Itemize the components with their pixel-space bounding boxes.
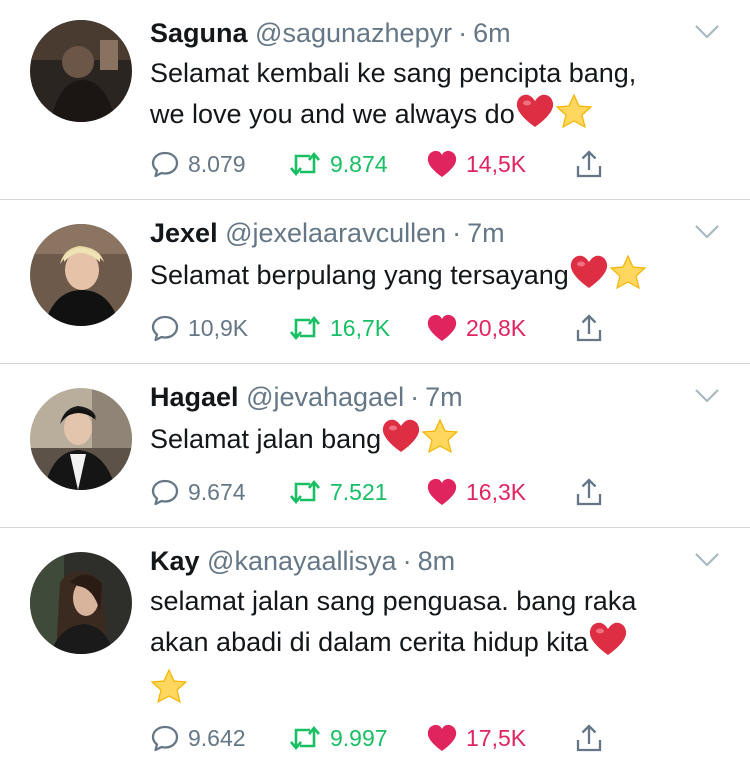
avatar[interactable] [30,20,132,122]
reply-button[interactable]: 10,9K [150,310,288,346]
retweet-button[interactable]: 7.521 [288,474,426,510]
display-name[interactable]: Kay [150,546,200,576]
heart-icon [427,150,457,177]
reply-bubble-icon [151,479,179,506]
tweet-text-line: Selamat kembali ke sang pencipta bang, [150,58,637,88]
tweet-text-line: akan abadi di dalam cerita hidup kita [150,627,589,657]
red-heart-emoji [515,93,555,140]
timestamp[interactable]: 7m [425,382,463,412]
reply-count: 9.674 [188,478,246,505]
separator-dot: · [458,18,468,48]
like-button[interactable]: 14,5K [426,146,564,182]
tweet-text: selamat jalan sang penguasa. bang raka a… [150,582,710,715]
retweet-button[interactable]: 16,7K [288,310,426,346]
tweet-text-line: Selamat berpulang yang tersayang [150,260,569,290]
retweet-count: 9.997 [330,724,388,751]
timestamp[interactable]: 8m [418,546,456,576]
action-bar: 9.674 7.521 16,3K [150,474,604,510]
user-handle[interactable]: @jevahagael [246,382,404,412]
share-button[interactable] [574,720,604,756]
like-button[interactable]: 20,8K [426,310,564,346]
tweet-feed: Saguna @sagunazhepyr · 6m Selamat kembali … [0,0,750,771]
tweet[interactable]: Saguna @sagunazhepyr · 6m Selamat kembali … [0,0,750,200]
like-count: 16,3K [466,478,527,505]
reply-bubble-icon [151,725,179,752]
tweet-header: Saguna @sagunazhepyr · 6m [150,16,511,50]
heart-icon [427,724,457,751]
like-count: 17,5K [466,724,527,751]
action-bar: 10,9K 16,7K 20,8K [150,310,604,346]
tweet-text: Selamat berpulang yang tersayang [150,254,710,301]
reply-bubble-icon [151,315,179,342]
tweet[interactable]: Kay @kanayaallisya · 8m selamat jalan sang… [0,528,750,771]
action-bar: 9.642 9.997 17,5K [150,720,604,756]
retweet-arrows-icon [290,151,320,177]
retweet-count: 16,7K [330,314,391,341]
share-upload-icon [576,724,602,752]
share-button[interactable] [574,474,604,510]
like-count: 14,5K [466,150,527,177]
retweet-count: 7.521 [330,478,388,505]
display-name[interactable]: Jexel [150,218,218,248]
retweet-button[interactable]: 9.874 [288,146,426,182]
retweet-arrows-icon [290,479,320,505]
tweet-header: Hagael @jevahagael · 7m [150,380,463,414]
timestamp[interactable]: 7m [467,218,505,248]
share-upload-icon [576,150,602,178]
tweet-text: Selamat jalan bang [150,418,710,465]
timestamp[interactable]: 6m [473,18,511,48]
reply-count: 9.642 [188,724,246,751]
reply-count: 8.079 [188,150,246,177]
chevron-down-icon[interactable] [694,224,720,240]
chevron-down-icon[interactable] [694,24,720,40]
star-emoji [421,418,459,465]
like-button[interactable]: 17,5K [426,720,564,756]
retweet-arrows-icon [290,725,320,751]
user-handle[interactable]: @jexelaaravcullen [225,218,446,248]
reply-button[interactable]: 9.674 [150,474,288,510]
retweet-button[interactable]: 9.997 [288,720,426,756]
like-button[interactable]: 16,3K [426,474,564,510]
like-count: 20,8K [466,314,527,341]
tweet-header: Jexel @jexelaaravcullen · 7m [150,216,505,250]
display-name[interactable]: Hagael [150,382,239,412]
separator-dot: · [452,218,462,248]
tweet-text: Selamat kembali ke sang pencipta bang, w… [150,54,710,140]
tweet-header: Kay @kanayaallisya · 8m [150,544,455,578]
chevron-down-icon[interactable] [694,388,720,404]
star-emoji [609,254,647,301]
share-upload-icon [576,478,602,506]
separator-dot: · [402,546,412,576]
red-heart-emoji [569,254,609,301]
reply-bubble-icon [151,151,179,178]
display-name[interactable]: Saguna [150,18,248,48]
tweet-text-line: we love you and we always do [150,99,515,129]
share-upload-icon [576,314,602,342]
avatar[interactable] [30,552,132,654]
retweet-count: 9.874 [330,150,388,177]
tweet-text-line: selamat jalan sang penguasa. bang raka [150,586,637,616]
avatar[interactable] [30,388,132,490]
reply-button[interactable]: 9.642 [150,720,288,756]
share-button[interactable] [574,310,604,346]
tweet[interactable]: Hagael @jevahagael · 7m Selamat jalan bang… [0,364,750,528]
separator-dot: · [410,382,420,412]
user-handle[interactable]: @kanayaallisya [207,546,397,576]
action-bar: 8.079 9.874 14,5K [150,146,604,182]
user-handle[interactable]: @sagunazhepyr [255,18,452,48]
reply-count: 10,9K [188,314,249,341]
retweet-arrows-icon [290,315,320,341]
star-emoji [150,668,188,715]
tweet-text-line: Selamat jalan bang [150,424,382,454]
star-emoji [555,93,593,140]
heart-icon [427,478,457,505]
share-button[interactable] [574,146,604,182]
heart-icon [427,314,457,341]
avatar[interactable] [30,224,132,326]
tweet[interactable]: Jexel @jexelaaravcullen · 7m Selamat berpu… [0,200,750,364]
red-heart-emoji [588,621,628,668]
reply-button[interactable]: 8.079 [150,146,288,182]
red-heart-emoji [381,418,421,465]
chevron-down-icon[interactable] [694,552,720,568]
